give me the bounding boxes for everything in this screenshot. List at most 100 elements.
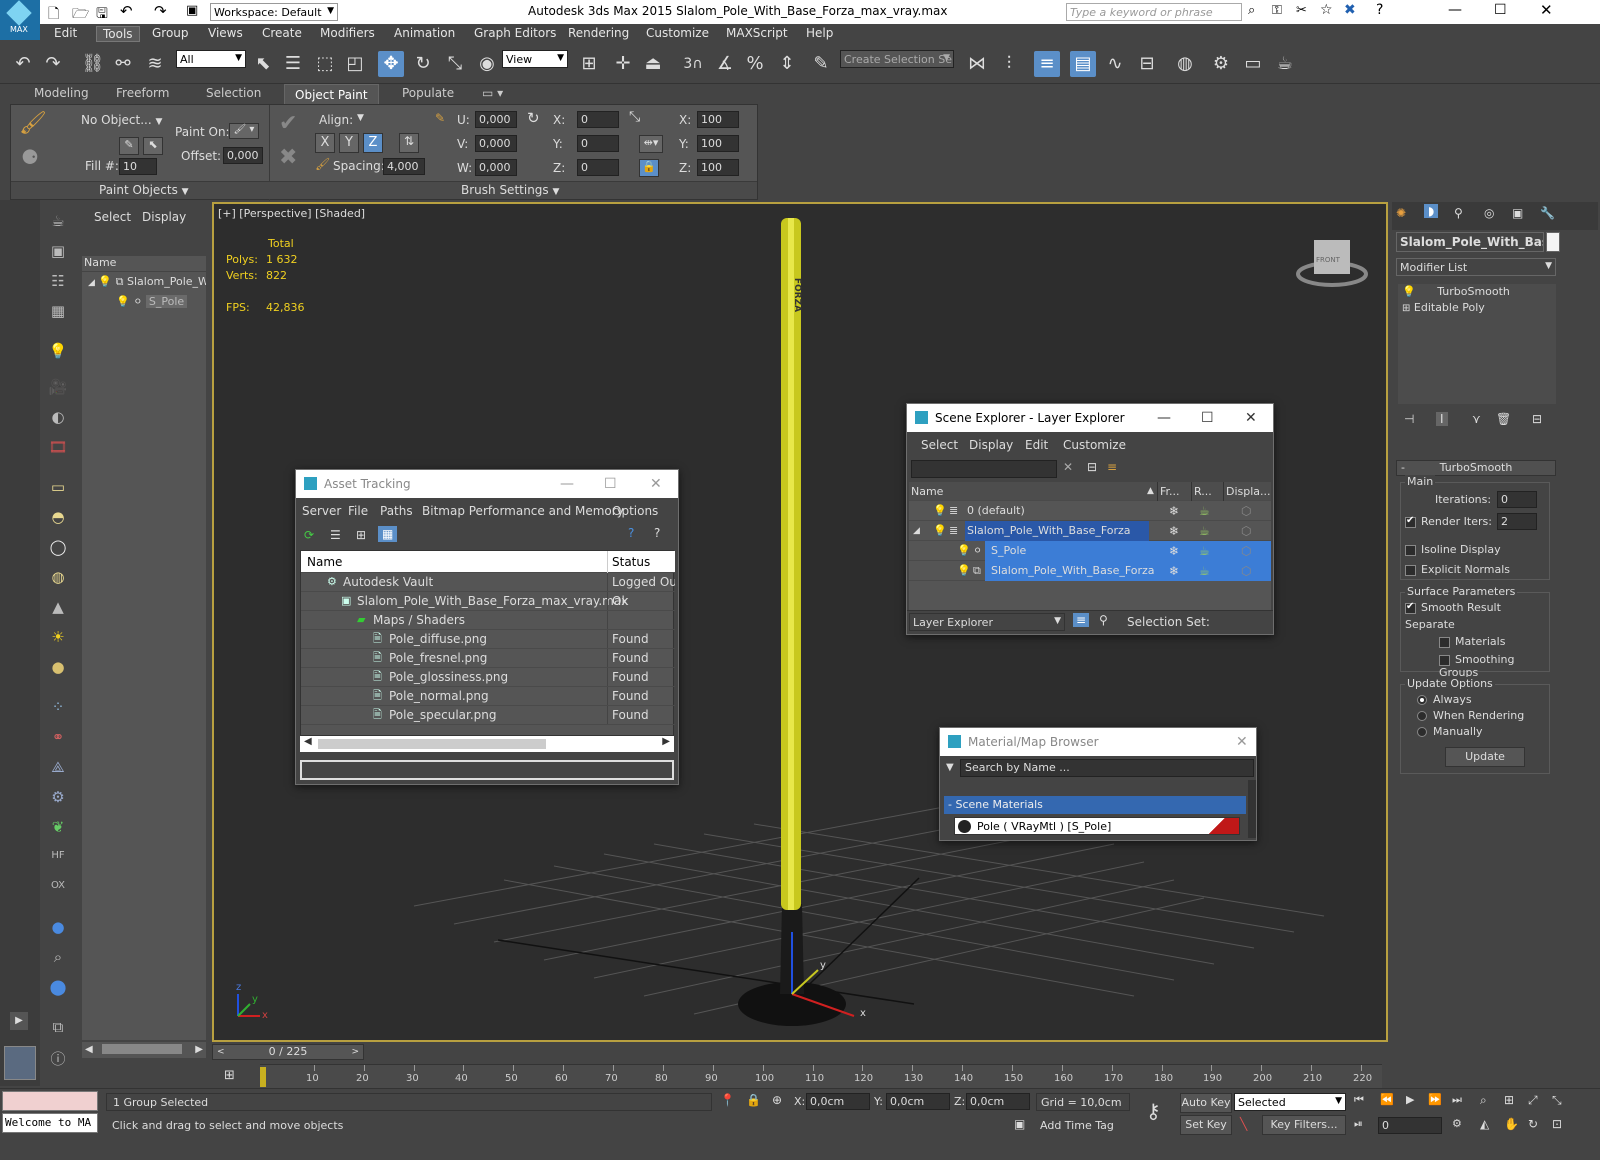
table-view-icon[interactable]: ▦ xyxy=(378,526,398,542)
asset-row[interactable]: 🗎 Pole_specular.png Found xyxy=(301,706,675,725)
freeze-icon[interactable]: ❄ xyxy=(1169,501,1179,521)
offset-spinner[interactable]: 0,000 xyxy=(223,147,263,164)
camera-icon[interactable]: 🎥 xyxy=(46,378,70,400)
menu-maxscript[interactable]: MAXScript xyxy=(726,26,788,40)
blue-sphere-icon[interactable]: ● xyxy=(46,918,70,940)
key-icon[interactable]: ⚿ xyxy=(1272,3,1282,18)
material-vscroll[interactable] xyxy=(1248,780,1256,838)
particles-icon[interactable]: ⁘ xyxy=(46,698,70,720)
make-unique-icon[interactable]: ⋎ xyxy=(1472,412,1481,426)
redo-icon[interactable]: ↷ xyxy=(40,51,66,77)
axis-y-button[interactable]: Y xyxy=(339,133,359,153)
asset-table-header[interactable]: Name Status xyxy=(301,551,675,573)
pin-stack-icon[interactable]: ⊣ xyxy=(1404,412,1414,426)
orbit-icon[interactable]: ↻ xyxy=(1528,1117,1538,1131)
hold-icon[interactable]: ▣ xyxy=(186,3,198,18)
unlink-icon[interactable]: ⚯ xyxy=(110,51,136,77)
expand-arrow-icon[interactable]: ▶ xyxy=(10,1012,28,1030)
tab-object-paint[interactable]: Object Paint xyxy=(284,84,379,104)
menu-edit[interactable]: Edit xyxy=(54,26,77,40)
add-time-tag[interactable]: Add Time Tag xyxy=(1040,1119,1114,1132)
asset-hscroll[interactable]: ◀ ▶ xyxy=(300,736,674,752)
menu-group[interactable]: Group xyxy=(152,26,189,40)
viewport-label[interactable]: [+] [Perspective] [Shaded] xyxy=(218,207,365,220)
copy-icon[interactable]: ⧉ xyxy=(46,1018,70,1040)
pivot-center-icon[interactable]: ⊞ xyxy=(576,51,602,77)
display-box-icon[interactable]: ⬡ xyxy=(1241,561,1251,581)
film-icon[interactable]: 🎞 xyxy=(46,438,70,460)
sphere-icon[interactable]: ◯ xyxy=(46,538,70,560)
utilities-tab-icon[interactable]: 🔧 xyxy=(1540,206,1555,220)
minimize-icon[interactable]: — xyxy=(1448,2,1462,18)
bulb-icon[interactable]: 💡 xyxy=(957,561,971,581)
materials-checkbox[interactable]: Materials xyxy=(1439,635,1505,648)
explorer-tab-select[interactable]: Select xyxy=(94,210,131,224)
scroll-right-icon[interactable]: ▶ xyxy=(662,736,670,747)
close-icon[interactable]: ✕ xyxy=(650,470,662,498)
display-tab-icon[interactable]: ▣ xyxy=(1512,206,1523,220)
field-of-view-icon[interactable]: ◭ xyxy=(1480,1117,1489,1131)
asset-row[interactable]: 🗎 Pole_fresnel.png Found xyxy=(301,649,675,668)
menu-paths[interactable]: Paths xyxy=(380,504,413,518)
scene-explorer-titlebar[interactable]: Scene Explorer - Layer Explorer — ☐ ✕ xyxy=(907,404,1273,432)
scene-icon[interactable]: ⬤ xyxy=(46,978,70,1000)
scale-icon[interactable]: ⤡ xyxy=(442,51,468,77)
explorer-type-dropdown[interactable]: Layer Explorer ▼ xyxy=(909,613,1065,631)
modifier-list-dropdown[interactable]: Modifier List ▼ xyxy=(1396,258,1556,276)
go-to-start-icon[interactable]: ⏮ xyxy=(1354,1093,1364,1107)
menu-options[interactable]: Options xyxy=(612,504,658,518)
bulb-icon[interactable]: 💡 xyxy=(116,295,130,308)
close-icon[interactable]: ✕ xyxy=(1236,728,1248,756)
render-setup-icon[interactable]: ⚙ xyxy=(1208,51,1234,77)
rectangle-selection-icon[interactable]: ⬚ xyxy=(312,51,338,77)
snaps-toggle-icon[interactable]: 3∩ xyxy=(680,51,706,77)
helper-icon[interactable]: ◐ xyxy=(46,408,70,430)
menu-file[interactable]: File xyxy=(348,504,368,518)
lock-icon[interactable]: 🔒 xyxy=(746,1093,761,1107)
show-end-result-icon[interactable]: Ⅰ xyxy=(1436,412,1448,426)
reference-coordinate-dropdown[interactable]: View ▼ xyxy=(502,50,568,68)
object-dropdown[interactable]: No Object... ▼ xyxy=(81,113,162,127)
coord-x-field[interactable]: 0,0cm xyxy=(806,1093,870,1110)
next-frame-icon[interactable]: ⏩ xyxy=(1428,1093,1442,1106)
select-by-name-icon[interactable]: ☰ xyxy=(280,51,306,77)
zoom-icon[interactable]: ⌕ xyxy=(1480,1093,1487,1108)
teapot-icon[interactable]: ☕ xyxy=(46,212,70,234)
layer-row[interactable]: 💡 ⧉ Slalom_Pole_With_Base_Forza ❄ ☕ ⬡ xyxy=(909,561,1271,581)
rollout-header[interactable]: - TurboSmooth xyxy=(1396,460,1556,476)
menu-server[interactable]: Server xyxy=(302,504,341,518)
key-mode-icon[interactable]: ⚷ xyxy=(1146,1099,1161,1123)
u-spinner[interactable]: 0,000 xyxy=(475,111,517,128)
box-icon[interactable]: ▭ xyxy=(46,478,70,500)
bulb-icon[interactable]: 💡 xyxy=(933,501,947,521)
pick-object-icon[interactable]: ✎ xyxy=(119,137,139,155)
play-icon[interactable]: ▶ xyxy=(1406,1093,1414,1106)
always-radio[interactable]: Always xyxy=(1417,693,1472,706)
render-teapot-icon[interactable]: ☕ xyxy=(1199,541,1210,561)
filter-icon[interactable]: ⊟ xyxy=(1087,460,1097,474)
display-icon[interactable]: ▣ xyxy=(46,242,70,264)
exchange-icon[interactable]: ✖ xyxy=(1344,2,1356,18)
freeze-icon[interactable]: ❄ xyxy=(1169,561,1179,581)
rotate-x-spinner[interactable]: 0 xyxy=(577,111,619,128)
tab-modeling[interactable]: Modeling xyxy=(34,86,89,100)
fill-spinner[interactable]: 10 xyxy=(119,158,157,175)
space-warp-icon[interactable]: ⟁ xyxy=(46,758,70,780)
scroll-left-icon[interactable]: ◀ xyxy=(85,1044,93,1055)
ribbon-options-icon[interactable]: ▭ ▾ xyxy=(482,86,503,100)
render-teapot-icon[interactable]: ☕ xyxy=(1199,561,1210,581)
go-to-end-icon[interactable]: ⏭ xyxy=(1452,1093,1462,1107)
scale-z-spinner[interactable]: 100 xyxy=(697,159,739,176)
material-search-input[interactable]: Search by Name ... xyxy=(960,759,1254,777)
render-frame-icon[interactable]: ▭ xyxy=(1240,51,1266,77)
layer-row[interactable]: ◢ 💡 ≣ Slalom_Pole_With_Base_Forza ❄ ☕ ⬡ xyxy=(909,521,1271,541)
redo-icon[interactable]: ↷ xyxy=(154,2,167,20)
schematic-view-icon[interactable]: ⊟ xyxy=(1134,51,1160,77)
menu-rendering[interactable]: Rendering xyxy=(568,26,629,40)
scroll-left-icon[interactable]: ◀ xyxy=(304,736,312,747)
angle-snap-icon[interactable]: ∡ xyxy=(712,51,738,77)
layer-explorer-icon[interactable]: ≡ xyxy=(1034,51,1060,77)
material-browser-titlebar[interactable]: Material/Map Browser ✕ xyxy=(940,728,1256,756)
asset-path-field[interactable] xyxy=(300,760,674,780)
cancel-x-icon[interactable]: ✖ xyxy=(279,145,297,170)
